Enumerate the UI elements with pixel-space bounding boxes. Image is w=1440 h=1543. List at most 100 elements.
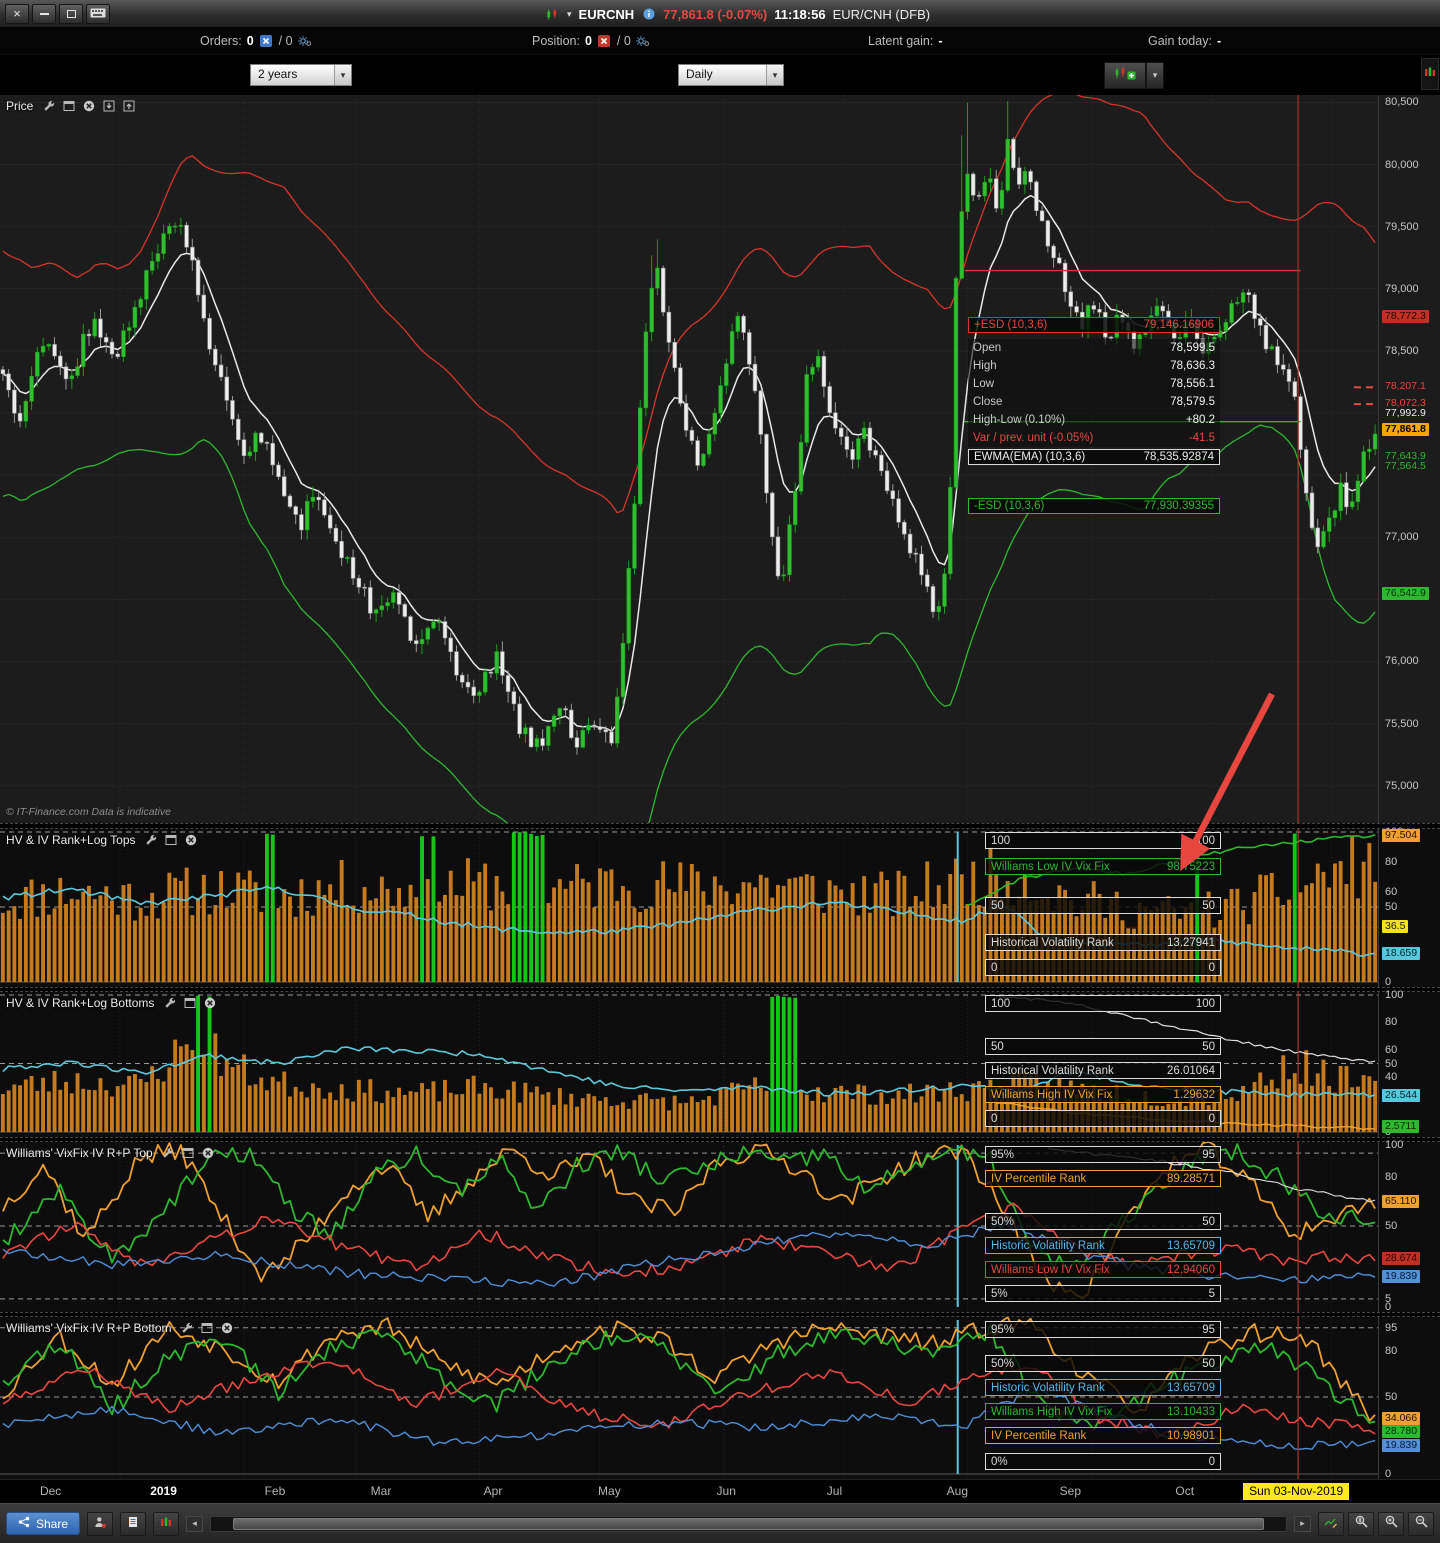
axis-label: 80 [1385, 1016, 1398, 1029]
chart-style-dropdown-icon[interactable]: ▾ [1146, 62, 1164, 89]
axis-label: 60 [1385, 1043, 1398, 1056]
indicator-axis[interactable]: 100 80 50 5 0 65.110 28.674 19.839 [1378, 1139, 1440, 1313]
axis-label: 0 [1385, 976, 1392, 988]
panel-window-icon[interactable] [164, 833, 179, 847]
price-tag[interactable]: 77,564.5 [1382, 460, 1429, 473]
panel-settings-wrench-icon[interactable] [144, 833, 159, 847]
share-button[interactable]: Share [6, 1512, 81, 1535]
chart-scrollbar-thumb[interactable] [232, 1517, 1265, 1530]
price-tag[interactable]: 18.659 [1382, 946, 1421, 960]
price-tag[interactable]: 19.839 [1382, 1438, 1421, 1452]
keyboard-icon[interactable] [86, 3, 110, 24]
close-window-icon[interactable]: × [5, 3, 29, 24]
chart-scrollbar[interactable] [210, 1515, 1287, 1532]
position-settings-icon[interactable] [636, 34, 651, 48]
add-chart-button[interactable] [1104, 62, 1146, 89]
panel-settings-wrench-icon[interactable] [180, 1321, 195, 1335]
timeframe-select[interactable]: Daily ▾ [678, 64, 784, 86]
timeframe-select-value: Daily [686, 67, 713, 81]
zoom-in-icon[interactable] [1378, 1511, 1404, 1536]
latent-gain-label: Latent gain: [868, 34, 934, 48]
panel-close-icon[interactable] [201, 1146, 216, 1160]
ohlc-row: Low 78,556.1 [968, 375, 1220, 393]
orders-settings-icon[interactable] [298, 34, 313, 48]
zoom-out-icon[interactable] [1408, 1511, 1434, 1536]
price-tag[interactable]: 19.839 [1382, 1270, 1421, 1284]
chart-toolbar: 2 years ▾ Daily ▾ ▾ [0, 55, 1440, 95]
price-tag[interactable]: 97.504 [1382, 828, 1421, 842]
move-panel-up-icon[interactable] [121, 99, 136, 113]
panel-window-icon[interactable] [61, 99, 76, 113]
panel-close-icon[interactable] [220, 1321, 235, 1335]
panel-settings-wrench-icon[interactable] [41, 99, 56, 113]
panel-title: HV & IV Rank+Log Tops [6, 833, 136, 847]
move-panel-down-icon[interactable] [101, 99, 116, 113]
close-position-icon[interactable] [597, 34, 612, 48]
position-count: 0 [584, 34, 592, 48]
indicator-plot[interactable] [0, 1142, 1378, 1312]
price-tag[interactable]: 78,207.1 [1382, 380, 1429, 393]
price-tag[interactable]: 78,772.3 [1382, 310, 1429, 324]
panel-window-icon[interactable] [181, 1146, 196, 1160]
orders-count: 0 [246, 34, 254, 48]
indicator-plot[interactable] [0, 1317, 1378, 1479]
right-panel-toggle-icon[interactable] [1421, 58, 1439, 90]
price-tag[interactable]: 36.5 [1382, 920, 1409, 934]
time-axis-label: Jul [826, 1484, 843, 1498]
chevron-down-icon: ▾ [334, 65, 351, 85]
panel-close-icon[interactable] [202, 996, 217, 1010]
time-axis-label: Mar [370, 1484, 392, 1498]
axis-label: 80,000 [1385, 158, 1419, 171]
zoom-selection-icon[interactable] [1348, 1511, 1374, 1536]
info-icon[interactable] [641, 7, 656, 21]
price-tag[interactable]: 76,542.9 [1382, 587, 1429, 601]
price-tag[interactable]: 65.110 [1382, 1194, 1420, 1208]
time-axis-label: Oct [1175, 1484, 1195, 1498]
positions-list-icon[interactable] [153, 1511, 180, 1536]
panel-window-icon[interactable] [182, 996, 197, 1010]
indicator-plot[interactable] [0, 992, 1378, 1137]
price-tag[interactable]: 77,992.9 [1382, 407, 1429, 420]
price-tag[interactable]: 34.066 [1382, 1411, 1421, 1425]
price-tag[interactable]: 26.544 [1382, 1088, 1421, 1102]
symbol-name[interactable]: EURCNH [579, 7, 635, 22]
profile-icon[interactable] [87, 1511, 114, 1536]
price-tag[interactable]: 77,861.8 [1382, 423, 1429, 437]
indicator-panel-header: Williams' VixFix IV R+P Bottom [6, 1321, 235, 1335]
panel-settings-wrench-icon[interactable] [161, 1146, 176, 1160]
price-tag[interactable]: 28.780 [1382, 1424, 1421, 1438]
cancel-orders-icon[interactable] [259, 34, 274, 48]
panel-window-icon[interactable] [200, 1321, 215, 1335]
scroll-right-icon[interactable]: ▸ [1294, 1515, 1311, 1532]
maximize-window-icon[interactable] [59, 3, 83, 24]
range-select[interactable]: 2 years ▾ [250, 64, 352, 86]
edit-chart-icon[interactable] [1318, 1511, 1344, 1536]
minimize-window-icon[interactable] [32, 3, 56, 24]
symbol-dropdown-icon[interactable]: ▾ [567, 9, 572, 20]
scroll-left-icon[interactable]: ◂ [186, 1515, 204, 1532]
time-axis[interactable]: Dec 2019 Feb Mar Apr May Jun Jul Aug Sep Oct Sun 03… [0, 1479, 1440, 1503]
chart-style-buttons: ▾ [1104, 62, 1164, 89]
panel-close-icon[interactable] [184, 833, 199, 847]
price-panel: 80,500 80,000 79,500 79,000 78,500 77,000 76,0… [0, 95, 1440, 823]
position-label: Position: [532, 34, 580, 48]
price-axis[interactable]: 80,500 80,000 79,500 79,000 78,500 77,000 76,0… [1378, 95, 1440, 823]
chevron-down-icon: ▾ [766, 65, 783, 85]
esd-minus-row: -ESD (10,3,6) 77,930.39355 [968, 498, 1220, 514]
indicator-plot[interactable] [0, 829, 1378, 987]
indicator-axis[interactable]: 100806050097.50436.518.659 [1378, 826, 1440, 988]
axis-label: 50 [1385, 901, 1398, 913]
price-tag[interactable]: 28.674 [1382, 1252, 1421, 1266]
candles-logo-icon [545, 7, 560, 21]
bottom-toolbar: Share ◂ ▸ [0, 1503, 1440, 1543]
panel-settings-wrench-icon[interactable] [162, 996, 177, 1010]
report-icon[interactable] [120, 1511, 147, 1536]
panel-close-icon[interactable] [81, 99, 96, 113]
axis-label: 77,000 [1385, 531, 1419, 544]
time-axis-label: Feb [264, 1484, 286, 1498]
indicator-axis[interactable]: 10080605040026.5442.5711 [1378, 989, 1440, 1138]
panel-title: Williams' VixFix IV R+P Bottom [6, 1321, 172, 1335]
axis-label: 100 [1385, 1139, 1404, 1151]
indicator-axis[interactable]: 95 80 50 0 34.066 28.780 19.839 [1378, 1317, 1440, 1480]
price-tag[interactable]: 2.5711 [1382, 1119, 1420, 1133]
